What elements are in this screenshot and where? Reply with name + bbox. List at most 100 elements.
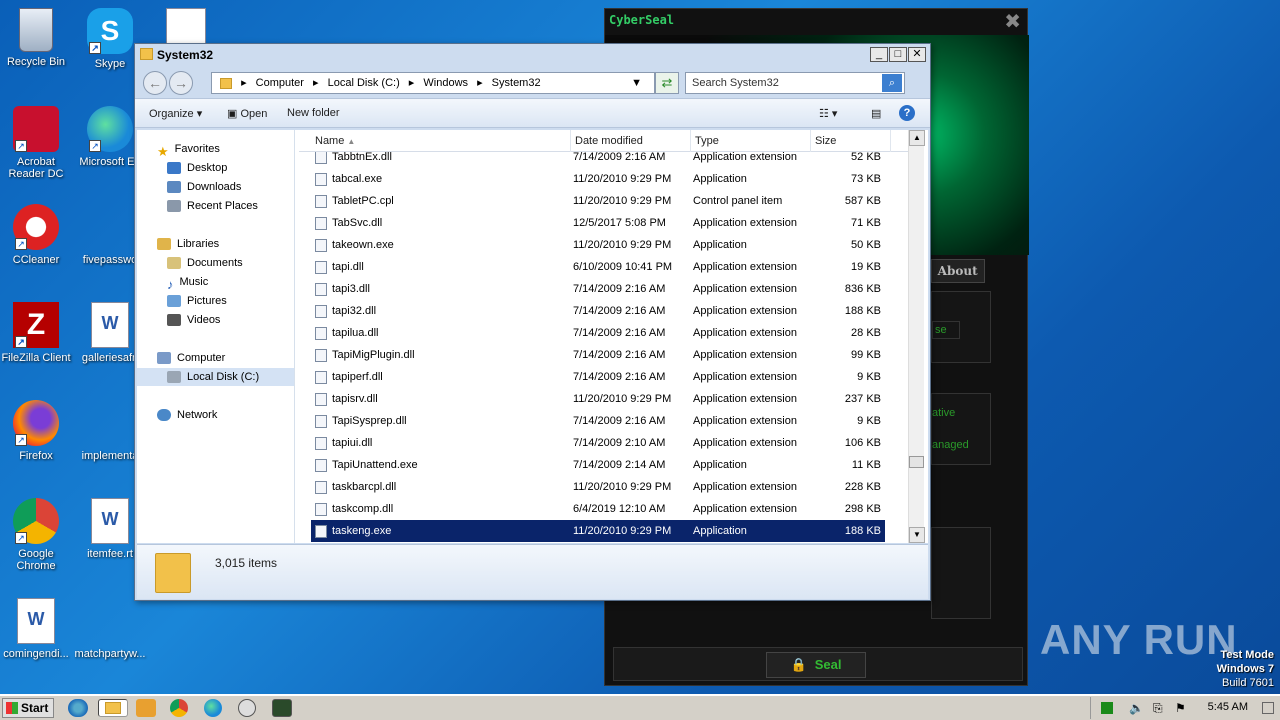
nav-pictures[interactable]: Pictures <box>167 292 227 310</box>
alien-app-icon[interactable] <box>238 699 256 717</box>
file-row[interactable]: taskcomp.dll 6/4/2019 12:10 AM Application… <box>311 498 885 520</box>
network-status-icon[interactable] <box>1101 702 1113 714</box>
file-row[interactable]: TabSvc.dll 12/5/2017 5:08 PM Application e… <box>311 212 885 234</box>
organize-button[interactable]: Organize ▾ <box>149 107 202 120</box>
nav-documents[interactable]: Documents <box>167 254 243 272</box>
file-row[interactable]: TabbtnEx.dll 7/14/2009 2:16 AM Application… <box>311 152 885 168</box>
search-input[interactable]: Search System32 ⌕ <box>685 72 905 94</box>
desktop-icon-matchpartyw[interactable]: matchpartyw... <box>74 598 146 660</box>
file-date: 7/14/2009 2:14 AM <box>573 459 666 471</box>
media-player-icon[interactable] <box>136 699 156 717</box>
nav-local-disk[interactable]: Local Disk (C:) <box>137 368 294 386</box>
tray-icon[interactable]: ⎘ <box>1153 701 1163 716</box>
column-header-size[interactable]: Size <box>811 130 891 152</box>
clock[interactable]: 5:45 AM <box>1208 701 1248 713</box>
column-header-date[interactable]: Date modified <box>571 130 691 152</box>
view-options-icon[interactable]: ☷ ▾ <box>819 107 837 120</box>
search-icon[interactable]: ⌕ <box>882 74 902 92</box>
column-header-name[interactable]: Name ▲ <box>311 130 571 152</box>
nav-label: Videos <box>187 314 221 326</box>
desktop-icon-recycle-bin[interactable]: Recycle Bin <box>0 8 72 68</box>
file-name: TabbtnEx.dll <box>332 152 392 163</box>
file-row[interactable]: tapisrv.dll 11/20/2010 9:29 PM Application… <box>311 388 885 410</box>
chevron-right-icon: ▸ <box>241 77 247 89</box>
nav-favorites[interactable]: ★ Favorites <box>157 140 220 160</box>
nav-network[interactable]: Network <box>157 406 217 424</box>
nav-desktop[interactable]: Desktop <box>167 159 227 177</box>
edge-icon[interactable] <box>204 699 222 717</box>
new-folder-button[interactable]: New folder <box>287 107 340 119</box>
help-icon[interactable]: ? <box>899 105 915 121</box>
show-desktop-icon[interactable] <box>1262 702 1274 714</box>
desktop-icon-comingendi[interactable]: W comingendi... <box>0 598 72 660</box>
column-label: Name <box>315 135 345 147</box>
address-bar[interactable]: ▸ Computer ▸ Local Disk (C:) ▸ Windows ▸… <box>211 72 655 94</box>
desktop-icon-word-top[interactable] <box>150 8 222 48</box>
explorer-taskbar-button[interactable] <box>98 699 128 717</box>
breadcrumb-windows[interactable]: Windows <box>423 77 468 89</box>
chevron-right-icon: ▸ <box>313 77 319 89</box>
star-icon: ★ <box>157 144 169 160</box>
open-button[interactable]: ▣ Open <box>227 107 267 120</box>
refresh-button[interactable]: ⇄ <box>655 72 679 94</box>
desktop-icon-ccleaner[interactable]: ↗ CCleaner <box>0 204 72 266</box>
file-row[interactable]: taskbarcpl.dll 11/20/2010 9:29 PM Applicat… <box>311 476 885 498</box>
file-row[interactable]: tapi3.dll 7/14/2009 2:16 AM Application ex… <box>311 278 885 300</box>
seal-button[interactable]: 🔒 Seal <box>766 652 866 678</box>
file-row[interactable]: tapi32.dll 7/14/2009 2:16 AM Application e… <box>311 300 885 322</box>
file-row[interactable]: tapiperf.dll 7/14/2009 2:16 AM Application… <box>311 366 885 388</box>
minimize-button[interactable]: _ <box>870 47 888 62</box>
nav-computer[interactable]: Computer <box>157 349 225 367</box>
back-button[interactable]: ← <box>143 71 167 95</box>
desktop-icon-filezilla[interactable]: Z ↗ FileZilla Client <box>0 302 72 364</box>
file-row[interactable]: TapiSysprep.dll 7/14/2009 2:16 AM Applicat… <box>311 410 885 432</box>
scroll-down-icon[interactable]: ▼ <box>909 527 925 543</box>
breadcrumb-system32[interactable]: System32 <box>492 77 541 89</box>
breadcrumb-local-disk[interactable]: Local Disk (C:) <box>328 77 400 89</box>
file-name-cell: takeown.exe <box>315 234 394 256</box>
computer-icon <box>157 352 171 365</box>
nav-music[interactable]: ♪ Music <box>167 273 208 292</box>
title-bar[interactable]: System32 _ □ ✕ <box>135 44 930 66</box>
content-area: ★ Favorites Desktop Downloads Recent Plac… <box>137 130 928 543</box>
close-button[interactable]: ✕ <box>908 47 926 62</box>
file-row[interactable]: TapiMigPlugin.dll 7/14/2009 2:16 AM Applic… <box>311 344 885 366</box>
tray-icon[interactable]: 🔈 <box>1129 701 1144 715</box>
internet-explorer-icon[interactable] <box>68 699 88 717</box>
nav-label: Favorites <box>174 143 220 155</box>
preview-pane-icon[interactable]: ▤ <box>871 107 881 120</box>
scroll-up-icon[interactable]: ▲ <box>909 130 925 146</box>
flag-icon[interactable]: ⚑ <box>1175 701 1186 715</box>
file-row[interactable]: tabcal.exe 11/20/2010 9:29 PM Application 7… <box>311 168 885 190</box>
close-icon[interactable]: ✖ <box>1004 9 1021 34</box>
start-button[interactable]: Start <box>2 698 54 718</box>
file-date: 11/20/2010 9:29 PM <box>573 195 672 207</box>
cyberseal-taskbar-icon[interactable] <box>272 699 292 717</box>
file-row[interactable]: TabletPC.cpl 11/20/2010 9:29 PM Control pa… <box>311 190 885 212</box>
chrome-icon[interactable] <box>170 699 188 717</box>
file-row[interactable]: tapiui.dll 7/14/2009 2:10 AM Application e… <box>311 432 885 454</box>
desktop-icon-firefox[interactable]: ↗ Firefox <box>0 400 72 462</box>
tab-about[interactable]: About <box>930 259 985 283</box>
column-header-type[interactable]: Type <box>691 130 811 152</box>
seal-label: Seal <box>814 657 842 672</box>
maximize-button[interactable]: □ <box>889 47 907 62</box>
chevron-down-icon[interactable]: ▼ <box>631 73 642 93</box>
breadcrumb-computer[interactable]: Computer <box>256 77 304 89</box>
forward-button[interactable]: → <box>169 71 193 95</box>
desktop-icon-chrome[interactable]: ↗ Google Chrome <box>0 498 72 572</box>
vertical-scrollbar[interactable]: ▲ ▼ <box>908 130 925 543</box>
nav-libraries[interactable]: Libraries <box>157 235 219 253</box>
desktop-icon-acrobat[interactable]: ↗ Acrobat Reader DC <box>0 106 72 180</box>
scrollbar-thumb[interactable] <box>909 456 924 468</box>
nav-downloads[interactable]: Downloads <box>167 178 241 196</box>
file-row[interactable]: tapi.dll 6/10/2009 10:41 PM Application ex… <box>311 256 885 278</box>
file-row[interactable]: tapilua.dll 7/14/2009 2:16 AM Application … <box>311 322 885 344</box>
file-row[interactable]: taskeng.exe 11/20/2010 9:29 PM Application… <box>311 520 885 542</box>
file-row[interactable]: TapiUnattend.exe 7/14/2009 2:14 AM Applica… <box>311 454 885 476</box>
file-row[interactable]: takeown.exe 11/20/2010 9:29 PM Application… <box>311 234 885 256</box>
nav-videos[interactable]: Videos <box>167 311 220 329</box>
file-type: Application <box>693 525 747 537</box>
nav-recent-places[interactable]: Recent Places <box>167 197 258 215</box>
folder-icon <box>105 702 121 714</box>
